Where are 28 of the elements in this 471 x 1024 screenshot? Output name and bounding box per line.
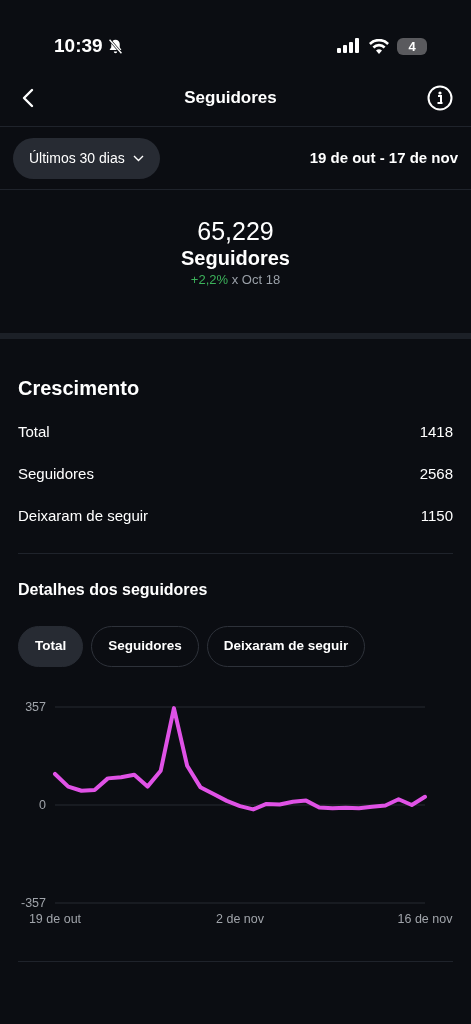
date-range: 19 de out - 17 de nov xyxy=(309,147,458,168)
axis-label: -357 xyxy=(20,896,46,910)
stat-label: Total xyxy=(18,421,50,442)
stat-value: 1150 xyxy=(420,505,453,526)
filter-tab[interactable]: Total xyxy=(18,626,84,667)
axis-label: 19 de out xyxy=(28,912,82,926)
stat-label: Seguidores xyxy=(18,463,94,484)
change-text: +2,2% x Oct 18 xyxy=(189,270,282,289)
stat-value: 1418 xyxy=(419,421,453,442)
section-subtitle: Detalhes dos seguidores xyxy=(18,580,209,600)
stat-value: 2568 xyxy=(419,463,453,484)
axis-label: 357 xyxy=(25,700,46,714)
signal-icon xyxy=(337,38,361,54)
follower-count: 65,229 xyxy=(196,218,275,246)
battery-level: 4 xyxy=(397,37,427,55)
follower-label: Seguidores xyxy=(180,245,291,270)
stat-label: Deixaram de seguir xyxy=(18,505,149,526)
status-time: 10:39 xyxy=(54,33,103,58)
info-icon[interactable] xyxy=(427,85,453,111)
bell-slash-icon xyxy=(106,37,124,55)
axis-label: 2 de nov xyxy=(216,912,264,926)
period-dropdown[interactable]: Últimos 30 dias xyxy=(13,137,160,179)
wifi-icon xyxy=(369,38,389,54)
section-title: Crescimento xyxy=(18,376,141,401)
chevron-down-icon xyxy=(132,154,144,162)
axis-label: 0 xyxy=(39,798,46,812)
page-title: Seguidores xyxy=(184,87,277,110)
axis-label: 16 de nov xyxy=(397,912,453,926)
